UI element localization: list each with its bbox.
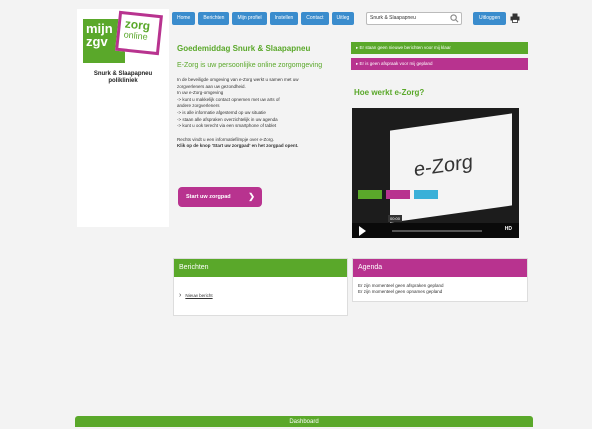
start-zorgpad-button[interactable]: Start uw zorgpad ❯: [178, 187, 262, 207]
intro-line: andere zorgverleners: [177, 103, 220, 109]
new-message-link[interactable]: › Nieuw bericht: [179, 292, 213, 299]
video-card-green: [358, 190, 382, 199]
top-nav: Home Berichten Mijn profiel Instellen Co…: [172, 12, 355, 25]
video-section-title: Hoe werkt e-Zorg?: [354, 88, 425, 97]
agenda-lines: Er zijn momenteel geen afspraken gepland…: [358, 283, 444, 295]
mijn-zgv-logo[interactable]: mijn zgv zorg online: [83, 10, 163, 63]
video-screen-text: e-Zorg: [414, 150, 473, 182]
alert-no-appointments-text: Er is geen afspraak voor mij gepland: [359, 61, 433, 66]
alert-no-appointments[interactable]: ▸ Er is geen afspraak voor mij gepland: [351, 58, 528, 70]
intro-text: In de beveiligde omgeving van e-Zorg wer…: [177, 77, 345, 150]
hd-toggle[interactable]: HD: [505, 226, 512, 232]
greeting-title: Goedemiddag Snurk & Slaapapneu: [177, 44, 311, 53]
video-time: 00:00: [388, 215, 403, 222]
search-input[interactable]: Snurk & Slaapapneu: [366, 12, 462, 25]
clinic-name-line1: Snurk & Slaapapneu: [93, 71, 153, 77]
video-progress-bar[interactable]: [392, 230, 482, 232]
agenda-line: Er zijn momenteel geen opnames gepland: [358, 289, 443, 294]
alert-no-messages[interactable]: ▸ Er staan geen nieuwe berichten voor mi…: [351, 42, 528, 54]
video-note: Rechts vindt u een informatiefilmpje ove…: [177, 136, 275, 142]
nav-item-berichten[interactable]: Berichten: [198, 12, 230, 25]
intro-line: zorgverleners aan uw gezondheid.: [177, 83, 246, 89]
video-card-blue: [414, 190, 438, 199]
intro-line: -> is alle informatie afgestemd op uw si…: [177, 109, 266, 115]
chevron-right-icon: ❯: [248, 192, 255, 201]
search-icon[interactable]: [450, 14, 459, 23]
intro-line: -> kunt u makkelijk contact opnemen met …: [177, 96, 280, 102]
logo-online: online: [123, 29, 149, 42]
play-icon[interactable]: [359, 226, 366, 236]
start-zorgpad-label: Start uw zorgpad: [186, 194, 231, 200]
nav-item-contact[interactable]: Contact: [301, 12, 329, 25]
nav-item-home[interactable]: Home: [172, 12, 196, 25]
printer-icon[interactable]: [510, 13, 520, 23]
agenda-panel: Agenda Er zijn momenteel geen afspraken …: [352, 258, 528, 302]
cta-note: Klik op de knop 'Start uw zorgpad' en he…: [177, 143, 299, 149]
intro-line: -> staan alle afspraken overzichtelijk i…: [177, 116, 278, 122]
video-card-pink: [386, 190, 410, 199]
new-message-label: Nieuw bericht: [185, 293, 213, 298]
video-frame-screen: e-Zorg: [390, 113, 512, 223]
intro-line: -> kunt u ook terecht via een smartphone…: [177, 123, 277, 129]
clinic-name-line2: polikliniek: [108, 78, 138, 84]
intro-line: In uw e-Zorg-omgeving: [177, 90, 224, 96]
video-frame-cards: [358, 190, 438, 199]
search-value: Snurk & Slaapapneu: [370, 15, 416, 21]
messages-panel-title: Berichten: [174, 259, 347, 277]
agenda-panel-title: Agenda: [353, 259, 527, 277]
chevron-right-icon: ›: [179, 292, 182, 299]
logout-button[interactable]: Uitloggen: [473, 12, 507, 25]
nav-item-mijn-profiel[interactable]: Mijn profiel: [232, 12, 267, 25]
logo-line2: zgv: [86, 34, 108, 49]
messages-panel: Berichten › Nieuw bericht: [173, 258, 348, 316]
tagline: E-Zorg is uw persoonlijke online zorgomg…: [177, 62, 323, 69]
clinic-name: Snurk & Slaapapneu polikliniek: [77, 71, 169, 85]
video-player[interactable]: e-Zorg 00:00 HD: [352, 108, 519, 238]
alert-no-messages-text: Er staan geen nieuwe berichten voor mij …: [359, 45, 451, 50]
intro-line: In de beveiligde omgeving van e-Zorg wer…: [177, 77, 299, 82]
nav-item-instellen[interactable]: Instellen: [269, 12, 299, 25]
dashboard-bar[interactable]: Dashboard: [75, 416, 533, 427]
nav-item-uitleg[interactable]: Uitleg: [331, 12, 355, 25]
sidebar: mijn zgv zorg online Snurk & Slaapapneu …: [77, 9, 169, 227]
logo-pink-block: zorg online: [115, 10, 163, 56]
video-controls: 00:00 HD: [352, 215, 519, 238]
